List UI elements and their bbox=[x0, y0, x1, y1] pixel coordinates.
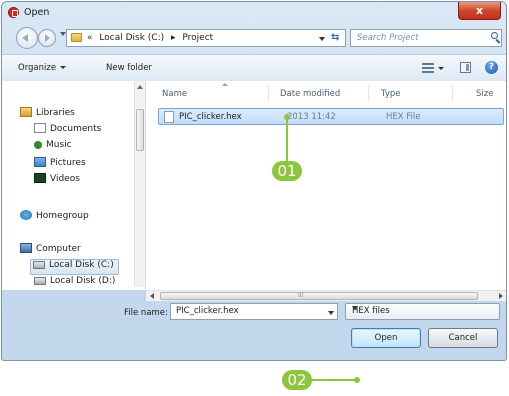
search-icon[interactable] bbox=[491, 32, 498, 39]
file-name-input[interactable] bbox=[174, 305, 318, 317]
breadcrumb-project[interactable]: Project bbox=[182, 33, 213, 43]
nav-item-music[interactable]: Music bbox=[34, 140, 72, 154]
local-disk-icon bbox=[34, 277, 46, 285]
nav-item-documents[interactable]: Documents bbox=[34, 123, 101, 137]
callout-02-leader-line bbox=[310, 379, 356, 381]
nav-item-label: Homegroup bbox=[36, 211, 89, 221]
file-list-horizontal-scrollbar[interactable]: III bbox=[146, 290, 506, 301]
title-bar: Open x bbox=[2, 2, 506, 24]
nav-item-videos[interactable]: Videos bbox=[34, 173, 80, 187]
nav-item-local-disk-d[interactable]: Local Disk (D:) bbox=[34, 276, 115, 290]
command-toolbar: Organize New folder ? bbox=[2, 54, 506, 82]
callout-02-badge: 02 bbox=[282, 370, 312, 390]
view-options-dropdown-icon[interactable] bbox=[438, 67, 444, 70]
file-type: HEX File bbox=[386, 112, 421, 122]
file-name-field[interactable] bbox=[170, 303, 338, 320]
column-divider[interactable] bbox=[268, 85, 269, 101]
column-header-type[interactable]: Type bbox=[381, 89, 401, 99]
nav-item-label: Documents bbox=[50, 124, 102, 134]
column-header-name[interactable]: Name bbox=[162, 89, 187, 99]
new-folder-button[interactable]: New folder bbox=[106, 63, 152, 73]
scroll-left-icon[interactable] bbox=[150, 293, 154, 299]
preview-pane-icon[interactable] bbox=[460, 62, 471, 73]
breadcrumb: « Local Disk (C:) ▸ Project bbox=[87, 33, 217, 43]
sort-ascending-icon bbox=[222, 83, 228, 86]
callout-01-badge: 01 bbox=[272, 161, 302, 181]
nav-item-homegroup[interactable]: Homegroup bbox=[20, 210, 89, 224]
file-type-select[interactable]: HEX files bbox=[345, 303, 500, 320]
app-icon bbox=[8, 7, 19, 18]
scrollbar-thumb[interactable] bbox=[160, 292, 478, 300]
nav-item-libraries[interactable]: Libraries bbox=[20, 107, 75, 121]
nav-item-label: Computer bbox=[36, 244, 81, 254]
open-dialog: Open x « Local Disk (C:) ▸ Project ⇆ Sea… bbox=[1, 1, 507, 361]
nav-item-label: Local Disk (D:) bbox=[50, 276, 116, 286]
forward-button[interactable] bbox=[38, 29, 56, 47]
callout-02-anchor-dot bbox=[354, 377, 360, 383]
file-name-label: File name: bbox=[124, 308, 168, 318]
nav-item-label: Pictures bbox=[50, 158, 86, 168]
cancel-button[interactable]: Cancel bbox=[428, 328, 498, 348]
address-bar[interactable]: « Local Disk (C:) ▸ Project ⇆ bbox=[66, 29, 346, 47]
help-icon[interactable]: ? bbox=[485, 61, 498, 74]
file-name-dropdown-icon[interactable] bbox=[328, 311, 334, 315]
navigation-pane: Libraries Documents Music Pictures Video… bbox=[2, 81, 146, 290]
nav-item-local-disk-c[interactable]: Local Disk (C:) bbox=[30, 259, 119, 275]
homegroup-icon bbox=[20, 210, 32, 220]
search-placeholder: Search Project bbox=[357, 33, 419, 43]
videos-icon bbox=[34, 173, 46, 183]
folder-icon bbox=[71, 33, 82, 42]
pictures-icon bbox=[34, 157, 46, 167]
libraries-icon bbox=[20, 107, 32, 117]
file-row-selected[interactable]: PIC_clicker.hex 2013 11:42 HEX File bbox=[158, 108, 504, 125]
open-button[interactable]: Open bbox=[351, 328, 421, 348]
music-icon bbox=[34, 141, 42, 149]
breadcrumb-overflow[interactable]: « bbox=[87, 33, 93, 43]
column-divider[interactable] bbox=[368, 85, 369, 101]
column-header-date-modified[interactable]: Date modified bbox=[280, 89, 340, 99]
nav-item-label: Local Disk (C:) bbox=[49, 260, 114, 270]
column-header-size[interactable]: Size bbox=[476, 89, 493, 99]
nav-item-label: Videos bbox=[50, 174, 80, 184]
organize-button[interactable]: Organize bbox=[18, 63, 66, 73]
breadcrumb-local-disk[interactable]: Local Disk (C:) bbox=[99, 33, 164, 43]
scroll-up-icon[interactable] bbox=[137, 85, 143, 89]
refresh-icon[interactable]: ⇆ bbox=[331, 32, 339, 43]
nav-item-label: Libraries bbox=[36, 108, 75, 118]
back-button[interactable] bbox=[16, 27, 38, 49]
scroll-right-icon[interactable] bbox=[499, 293, 503, 299]
file-name: PIC_clicker.hex bbox=[179, 112, 242, 122]
nav-item-computer[interactable]: Computer bbox=[20, 243, 81, 257]
documents-icon bbox=[34, 123, 46, 133]
search-input[interactable]: Search Project bbox=[350, 29, 502, 47]
breadcrumb-separator-icon[interactable]: ▸ bbox=[171, 33, 176, 43]
local-disk-icon bbox=[33, 261, 45, 269]
file-list: Name Date modified Type Size PIC_clicker… bbox=[146, 81, 506, 290]
hex-file-icon bbox=[164, 111, 174, 123]
address-dropdown-icon[interactable] bbox=[319, 37, 325, 41]
scrollbar-thumb[interactable] bbox=[136, 109, 144, 151]
file-date-modified: 2013 11:42 bbox=[287, 112, 336, 122]
nav-item-label: Music bbox=[46, 140, 72, 150]
window-title: Open bbox=[24, 7, 50, 18]
file-type-dropdown-icon[interactable] bbox=[352, 306, 358, 310]
nav-item-pictures[interactable]: Pictures bbox=[34, 157, 86, 171]
column-divider[interactable] bbox=[452, 85, 453, 101]
computer-icon bbox=[20, 243, 32, 253]
change-view-icon[interactable] bbox=[422, 63, 434, 73]
scrollbar-grip: III bbox=[298, 292, 304, 299]
nav-vertical-scrollbar[interactable] bbox=[134, 81, 145, 287]
callout-01-leader-line bbox=[286, 117, 288, 164]
close-button[interactable]: x bbox=[458, 2, 501, 20]
